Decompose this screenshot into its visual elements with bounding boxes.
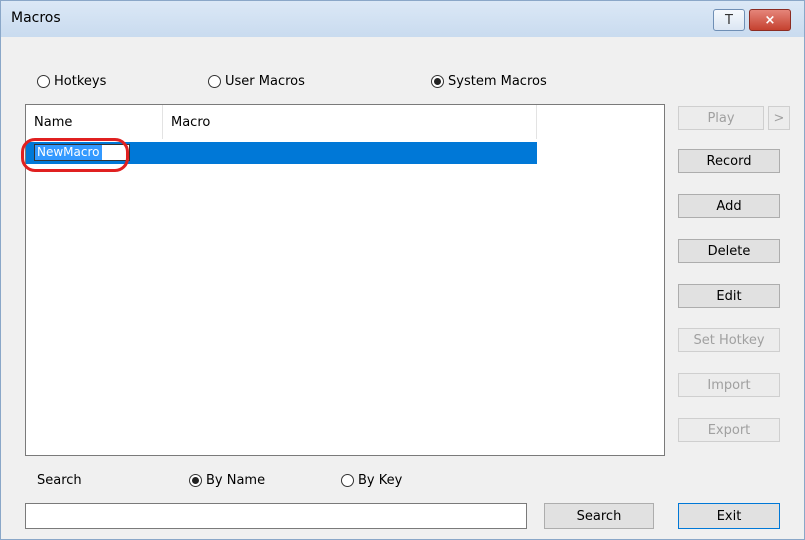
edit-button-label: Edit (716, 288, 742, 304)
delete-button-label: Delete (707, 243, 751, 259)
column-header-macro-label: Macro (171, 114, 211, 130)
radio-system-macros-indicator (431, 75, 444, 88)
play-more-button[interactable]: > (768, 106, 790, 130)
radio-hotkeys[interactable]: Hotkeys (37, 74, 106, 89)
radio-user-macros[interactable]: User Macros (208, 74, 305, 89)
column-header-name-label: Name (34, 114, 73, 130)
close-button[interactable]: × (749, 9, 791, 31)
pin-button[interactable]: T (713, 9, 745, 31)
radio-by-name-label: By Name (206, 473, 266, 488)
search-label: Search (37, 473, 82, 488)
import-button-label: Import (707, 377, 751, 393)
radio-by-key-label: By Key (358, 473, 403, 488)
search-input[interactable] (25, 503, 527, 529)
play-button-label: Play (707, 110, 735, 126)
exit-button[interactable]: Exit (678, 503, 780, 529)
title-bar: Macros T × (1, 1, 804, 37)
delete-button[interactable]: Delete (678, 239, 780, 263)
column-header-macro[interactable]: Macro (163, 105, 537, 139)
add-button[interactable]: Add (678, 194, 780, 218)
set-hotkey-button-label: Set Hotkey (693, 332, 765, 348)
macros-window: Macros T × Hotkeys User Macros System Ma… (0, 0, 805, 540)
radio-hotkeys-label: Hotkeys (54, 74, 107, 89)
search-button-label: Search (576, 508, 622, 524)
export-button-label: Export (707, 422, 751, 438)
set-hotkey-button[interactable]: Set Hotkey (678, 328, 780, 352)
radio-system-macros-label: System Macros (448, 74, 547, 89)
record-button-label: Record (706, 153, 752, 169)
exit-button-label: Exit (716, 508, 742, 524)
column-header-name[interactable]: Name (26, 105, 163, 139)
radio-user-macros-indicator (208, 75, 221, 88)
radio-hotkeys-indicator (37, 75, 50, 88)
pin-icon: T (725, 12, 733, 28)
add-button-label: Add (716, 198, 742, 214)
highlight-callout (21, 138, 129, 172)
search-button[interactable]: Search (544, 503, 654, 529)
import-button[interactable]: Import (678, 373, 780, 397)
close-icon: × (764, 12, 776, 28)
chevron-right-icon: > (773, 110, 785, 126)
radio-by-name-indicator (189, 474, 202, 487)
window-title: Macros (11, 10, 61, 26)
export-button[interactable]: Export (678, 418, 780, 442)
edit-button[interactable]: Edit (678, 284, 780, 308)
radio-by-key-indicator (341, 474, 354, 487)
radio-system-macros[interactable]: System Macros (431, 74, 547, 89)
radio-user-macros-label: User Macros (225, 74, 305, 89)
radio-by-key[interactable]: By Key (341, 473, 402, 488)
record-button[interactable]: Record (678, 149, 780, 173)
radio-by-name[interactable]: By Name (189, 473, 265, 488)
play-button[interactable]: Play (678, 106, 764, 130)
